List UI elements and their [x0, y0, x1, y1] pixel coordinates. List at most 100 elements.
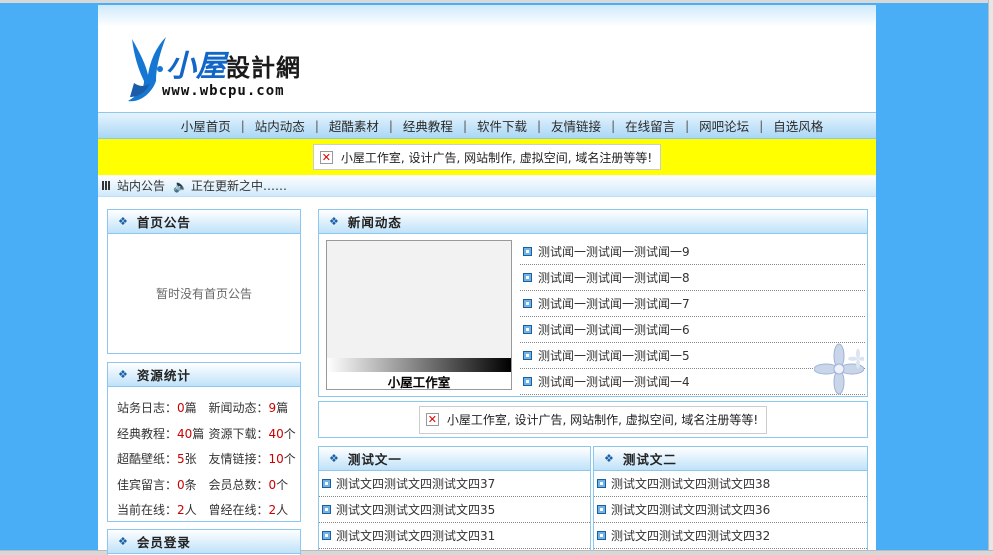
stats-cell: 曾经在线：2人 — [209, 501, 301, 518]
stats-row: 超酷壁纸：5张 友情链接：10个 — [117, 446, 300, 472]
article-panel-2: ❖ 测试文二 测试文四测试文四测试文四38 测试文四测试文四测试文四36 测试文四测试… — [593, 446, 868, 550]
stats-label: 友情链接： — [208, 452, 269, 467]
nav-forum[interactable]: 网吧论坛 — [689, 116, 759, 135]
bullet-icon — [523, 325, 532, 334]
list-item[interactable]: 测试闻一测试闻一测试闻一7 — [520, 291, 865, 317]
panel-title: ❖ 测试文一 — [319, 447, 590, 471]
stats-label: 佳宾留言： — [117, 477, 178, 492]
stats-unit: 篇 — [184, 401, 197, 416]
stats-label: 会员总数： — [208, 477, 269, 492]
list-item-text: 测试闻一测试闻一测试闻一7 — [538, 297, 690, 311]
stats-cell: 佳宾留言：0条 — [117, 476, 209, 493]
stats-unit: 个 — [283, 452, 296, 467]
page-container: 小屋設計網 www.wbcpu.com 小屋首页 | 站内动态 | 超酷素材 | 经典… — [98, 5, 876, 555]
nav-home[interactable]: 小屋首页 — [171, 116, 241, 135]
site-logo[interactable]: 小屋設計網 www.wbcpu.com — [126, 31, 336, 105]
bullet-icon — [523, 299, 532, 308]
ad-text: 小屋工作室, 设计广告, 网站制作, 虚拟空间, 域名注册等等! — [340, 150, 653, 165]
panel-title: ❖ 资源统计 — [108, 363, 300, 387]
stats-row: 站务日志：0篇 新闻动态：9篇 — [117, 395, 300, 421]
login-panel: ❖ 会员登录 — [107, 529, 301, 555]
news-image-caption: 小屋工作室 — [327, 372, 511, 390]
bullet-icon — [322, 479, 331, 488]
stats-unit: 人 — [184, 503, 197, 518]
bullet-icon — [523, 247, 532, 256]
stats-label: 站务日志： — [117, 401, 178, 416]
logo-url-text: www.wbcpu.com — [162, 83, 285, 99]
stats-unit: 个 — [276, 477, 289, 492]
panel-title-text: 测试文一 — [347, 452, 402, 467]
list-item-text: 测试文四测试文四测试文四37 — [336, 477, 496, 491]
list-item-text: 测试闻一测试闻一测试闻一9 — [538, 245, 690, 259]
article-list-2: 测试文四测试文四测试文四38 测试文四测试文四测试文四36 测试文四测试文四测试文四… — [594, 471, 867, 549]
stats-label: 当前在线： — [117, 503, 178, 518]
stats-value: 40 — [268, 426, 284, 441]
nav-links[interactable]: 友情链接 — [541, 116, 611, 135]
stats-row: 经典教程：40篇 资源下载：40个 — [117, 421, 300, 447]
top-ad-banner[interactable]: ✕ 小屋工作室, 设计广告, 网站制作, 虚拟空间, 域名注册等等! — [312, 144, 662, 170]
panel-title-text: 资源统计 — [136, 368, 191, 383]
vertical-scrollbar[interactable] — [988, 0, 993, 555]
stats-cell: 新闻动态：9篇 — [209, 399, 301, 416]
news-image[interactable]: 小屋工作室 — [326, 240, 512, 390]
stats-value: 2 — [268, 503, 277, 518]
notice-label: 站内公告 — [117, 179, 166, 193]
stats-cell: 资源下载：40个 — [209, 425, 301, 442]
diamond-icon: ❖ — [604, 452, 615, 465]
list-item[interactable]: 测试文四测试文四测试文四32 — [594, 523, 867, 549]
nav-guestbook[interactable]: 在线留言 — [615, 116, 685, 135]
diamond-icon: ❖ — [118, 368, 129, 381]
news-panel: ❖ 新闻动态 小屋工作室 测试闻一测试闻一测试闻一9 测试闻一测试闻一测试闻一8 测试… — [318, 209, 868, 397]
nav-styles[interactable]: 自选风格 — [763, 116, 833, 135]
window-top-border — [0, 0, 993, 3]
stats-value: 40 — [177, 426, 193, 441]
bullet-icon — [597, 505, 606, 514]
middle-ad-banner[interactable]: ✕ 小屋工作室, 设计广告, 网站制作, 虚拟空间, 域名注册等等! — [418, 405, 768, 434]
bullet-icon — [523, 273, 532, 282]
ad-text: 小屋工作室, 设计广告, 网站制作, 虚拟空间, 域名注册等等! — [446, 413, 759, 427]
stats-unit: 个 — [283, 426, 296, 441]
site-header: 小屋設計網 www.wbcpu.com — [98, 5, 876, 112]
stats-label: 曾经在线： — [208, 503, 269, 518]
main-nav: 小屋首页 | 站内动态 | 超酷素材 | 经典教程 | 软件下载 | 友情链接 | 在线留言… — [98, 112, 876, 139]
stats-cell: 友情链接：10个 — [209, 450, 301, 467]
nav-site-news[interactable]: 站内动态 — [245, 116, 315, 135]
stats-row: 佳宾留言：0条 会员总数： 0 个 — [117, 472, 300, 498]
list-item[interactable]: 测试闻一测试闻一测试闻一8 — [520, 265, 865, 291]
diamond-icon: ❖ — [329, 452, 340, 465]
list-item-text: 测试文四测试文四测试文四35 — [336, 503, 496, 517]
stats-row: 当前在线：2人 曾经在线：2人 — [117, 497, 300, 523]
stats-cell: 经典教程：40篇 — [117, 425, 209, 442]
panel-title-text: 新闻动态 — [347, 215, 402, 230]
top-ad-strip: ✕ 小屋工作室, 设计广告, 网站制作, 虚拟空间, 域名注册等等! — [98, 139, 876, 175]
list-item-text: 测试文四测试文四测试文四32 — [611, 529, 771, 543]
list-item[interactable]: 测试文四测试文四测试文四31 — [319, 523, 590, 549]
stats-panel: ❖ 资源统计 站务日志：0篇 新闻动态：9篇 经典教程：40篇 资源下载：40个 超酷壁纸… — [107, 362, 301, 522]
stats-unit: 篇 — [192, 426, 205, 441]
list-item-text: 测试文四测试文四测试文四38 — [611, 477, 771, 491]
panel-title-text: 测试文二 — [622, 452, 677, 467]
nav-tutorials[interactable]: 经典教程 — [393, 116, 463, 135]
list-item[interactable]: 测试文四测试文四测试文四38 — [594, 471, 867, 497]
stats-value: 9 — [268, 401, 277, 416]
image-gradient — [327, 358, 511, 372]
grid-icon — [102, 181, 111, 190]
stats-cell: 当前在线：2人 — [117, 501, 209, 518]
list-item[interactable]: 测试文四测试文四测试文四36 — [594, 497, 867, 523]
stats-label: 新闻动态： — [208, 401, 269, 416]
notice-bar: 站内公告 🔈 正在更新之中…… — [98, 175, 876, 197]
stats-label: 资源下载： — [208, 426, 269, 441]
list-item[interactable]: 测试闻一测试闻一测试闻一9 — [520, 239, 865, 265]
list-item-text: 测试闻一测试闻一测试闻一6 — [538, 323, 690, 337]
nav-downloads[interactable]: 软件下载 — [467, 116, 537, 135]
speaker-icon: 🔈 — [173, 178, 188, 193]
list-item[interactable]: 测试闻一测试闻一测试闻一6 — [520, 317, 865, 343]
nav-materials[interactable]: 超酷素材 — [319, 116, 389, 135]
stats-unit: 张 — [184, 452, 197, 467]
stats-value: 0 — [177, 401, 185, 416]
bullet-icon — [597, 479, 606, 488]
list-item[interactable]: 测试文四测试文四测试文四37 — [319, 471, 590, 497]
panel-title: ❖ 会员登录 — [108, 530, 300, 554]
list-item[interactable]: 测试文四测试文四测试文四35 — [319, 497, 590, 523]
stats-value: 0 — [177, 477, 185, 492]
